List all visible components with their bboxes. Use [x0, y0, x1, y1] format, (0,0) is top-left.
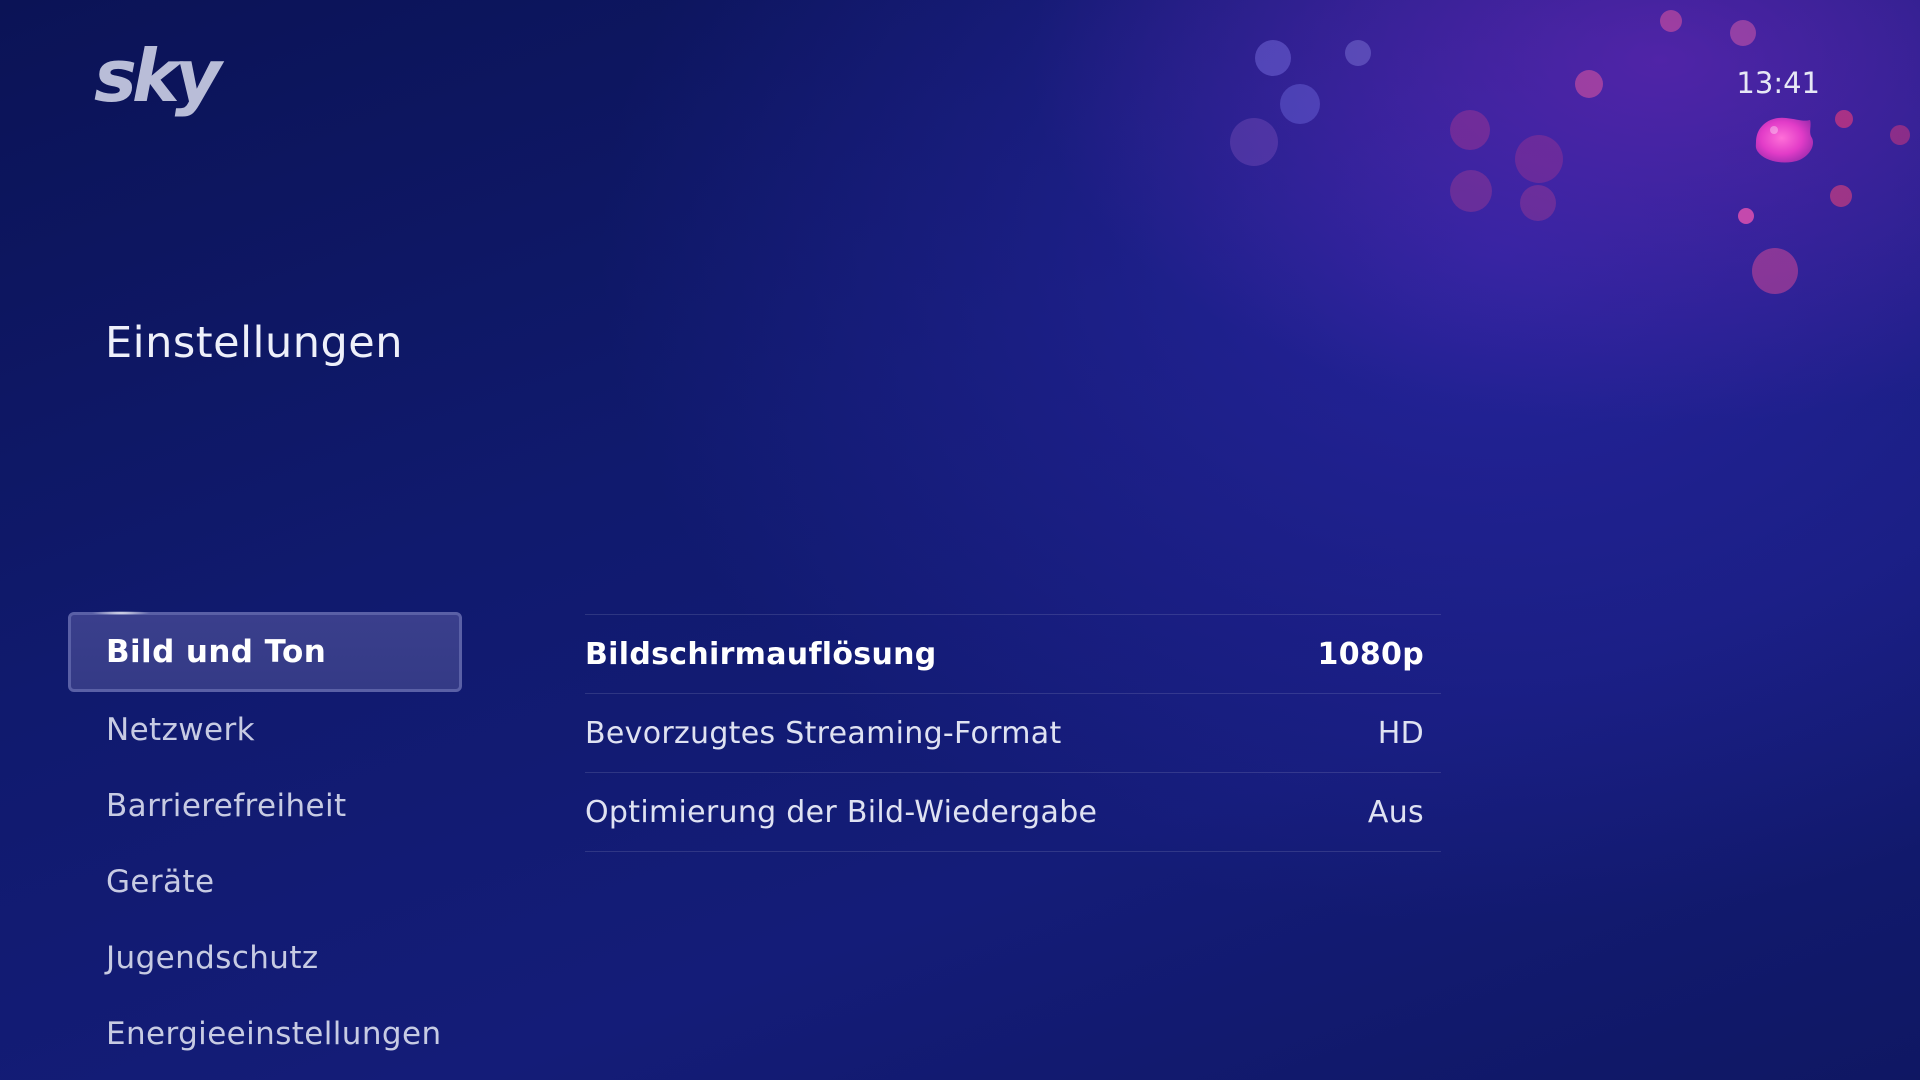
bokeh-light — [1515, 135, 1563, 183]
bokeh-light — [1738, 208, 1754, 224]
bokeh-light — [1255, 40, 1291, 76]
setting-row-bild-wiedergabe[interactable]: Optimierung der Bild-Wiedergabe Aus — [585, 773, 1441, 852]
settings-list: Bildschirmauflösung 1080p Bevorzugtes St… — [585, 614, 1441, 852]
bokeh-light — [1230, 118, 1278, 166]
bokeh-light — [1835, 110, 1853, 128]
setting-label: Optimierung der Bild-Wiedergabe — [585, 794, 1098, 830]
bokeh-light — [1890, 125, 1910, 145]
sidebar-item-jugendschutz[interactable]: Jugendschutz — [68, 920, 462, 996]
settings-category-menu: Bild und Ton Netzwerk Barrierefreiheit G… — [68, 611, 462, 1072]
sidebar-item-label: Energieeinstellungen — [106, 1016, 442, 1052]
clock: 13:41 — [1736, 66, 1820, 100]
sidebar-item-label: Geräte — [106, 864, 215, 900]
setting-label: Bildschirmauflösung — [585, 636, 937, 672]
bokeh-light — [1450, 170, 1492, 212]
bokeh-light — [1345, 40, 1371, 66]
sidebar-item-energieeinstellungen[interactable]: Energieeinstellungen — [68, 996, 462, 1072]
sidebar-item-bild-und-ton[interactable]: Bild und Ton — [68, 611, 462, 692]
setting-row-streaming-format[interactable]: Bevorzugtes Streaming-Format HD — [585, 694, 1441, 773]
bokeh-light — [1752, 248, 1798, 294]
bokeh-light — [1450, 110, 1490, 150]
sidebar-item-netzwerk[interactable]: Netzwerk — [68, 692, 462, 768]
setting-value: 1080p — [1317, 636, 1424, 672]
sidebar-item-label: Bild und Ton — [106, 634, 327, 670]
sidebar-item-barrierefreiheit[interactable]: Barrierefreiheit — [68, 768, 462, 844]
page-title: Einstellungen — [105, 318, 403, 368]
bokeh-light — [1575, 70, 1603, 98]
profile-avatar-icon[interactable] — [1752, 112, 1818, 168]
bokeh-light — [1730, 20, 1756, 46]
sky-logo: sky — [94, 34, 222, 118]
bokeh-light — [1830, 185, 1852, 207]
sidebar-item-label: Jugendschutz — [106, 940, 319, 976]
setting-value: Aus — [1367, 794, 1424, 830]
setting-value: HD — [1377, 715, 1424, 751]
sidebar-item-geraete[interactable]: Geräte — [68, 844, 462, 920]
bokeh-light — [1520, 185, 1556, 221]
setting-label: Bevorzugtes Streaming-Format — [585, 715, 1062, 751]
sidebar-item-label: Barrierefreiheit — [106, 788, 347, 824]
setting-row-bildschirmaufloesung[interactable]: Bildschirmauflösung 1080p — [585, 615, 1441, 694]
bokeh-light — [1280, 84, 1320, 124]
bokeh-light — [1660, 10, 1682, 32]
sidebar-item-label: Netzwerk — [106, 712, 256, 748]
